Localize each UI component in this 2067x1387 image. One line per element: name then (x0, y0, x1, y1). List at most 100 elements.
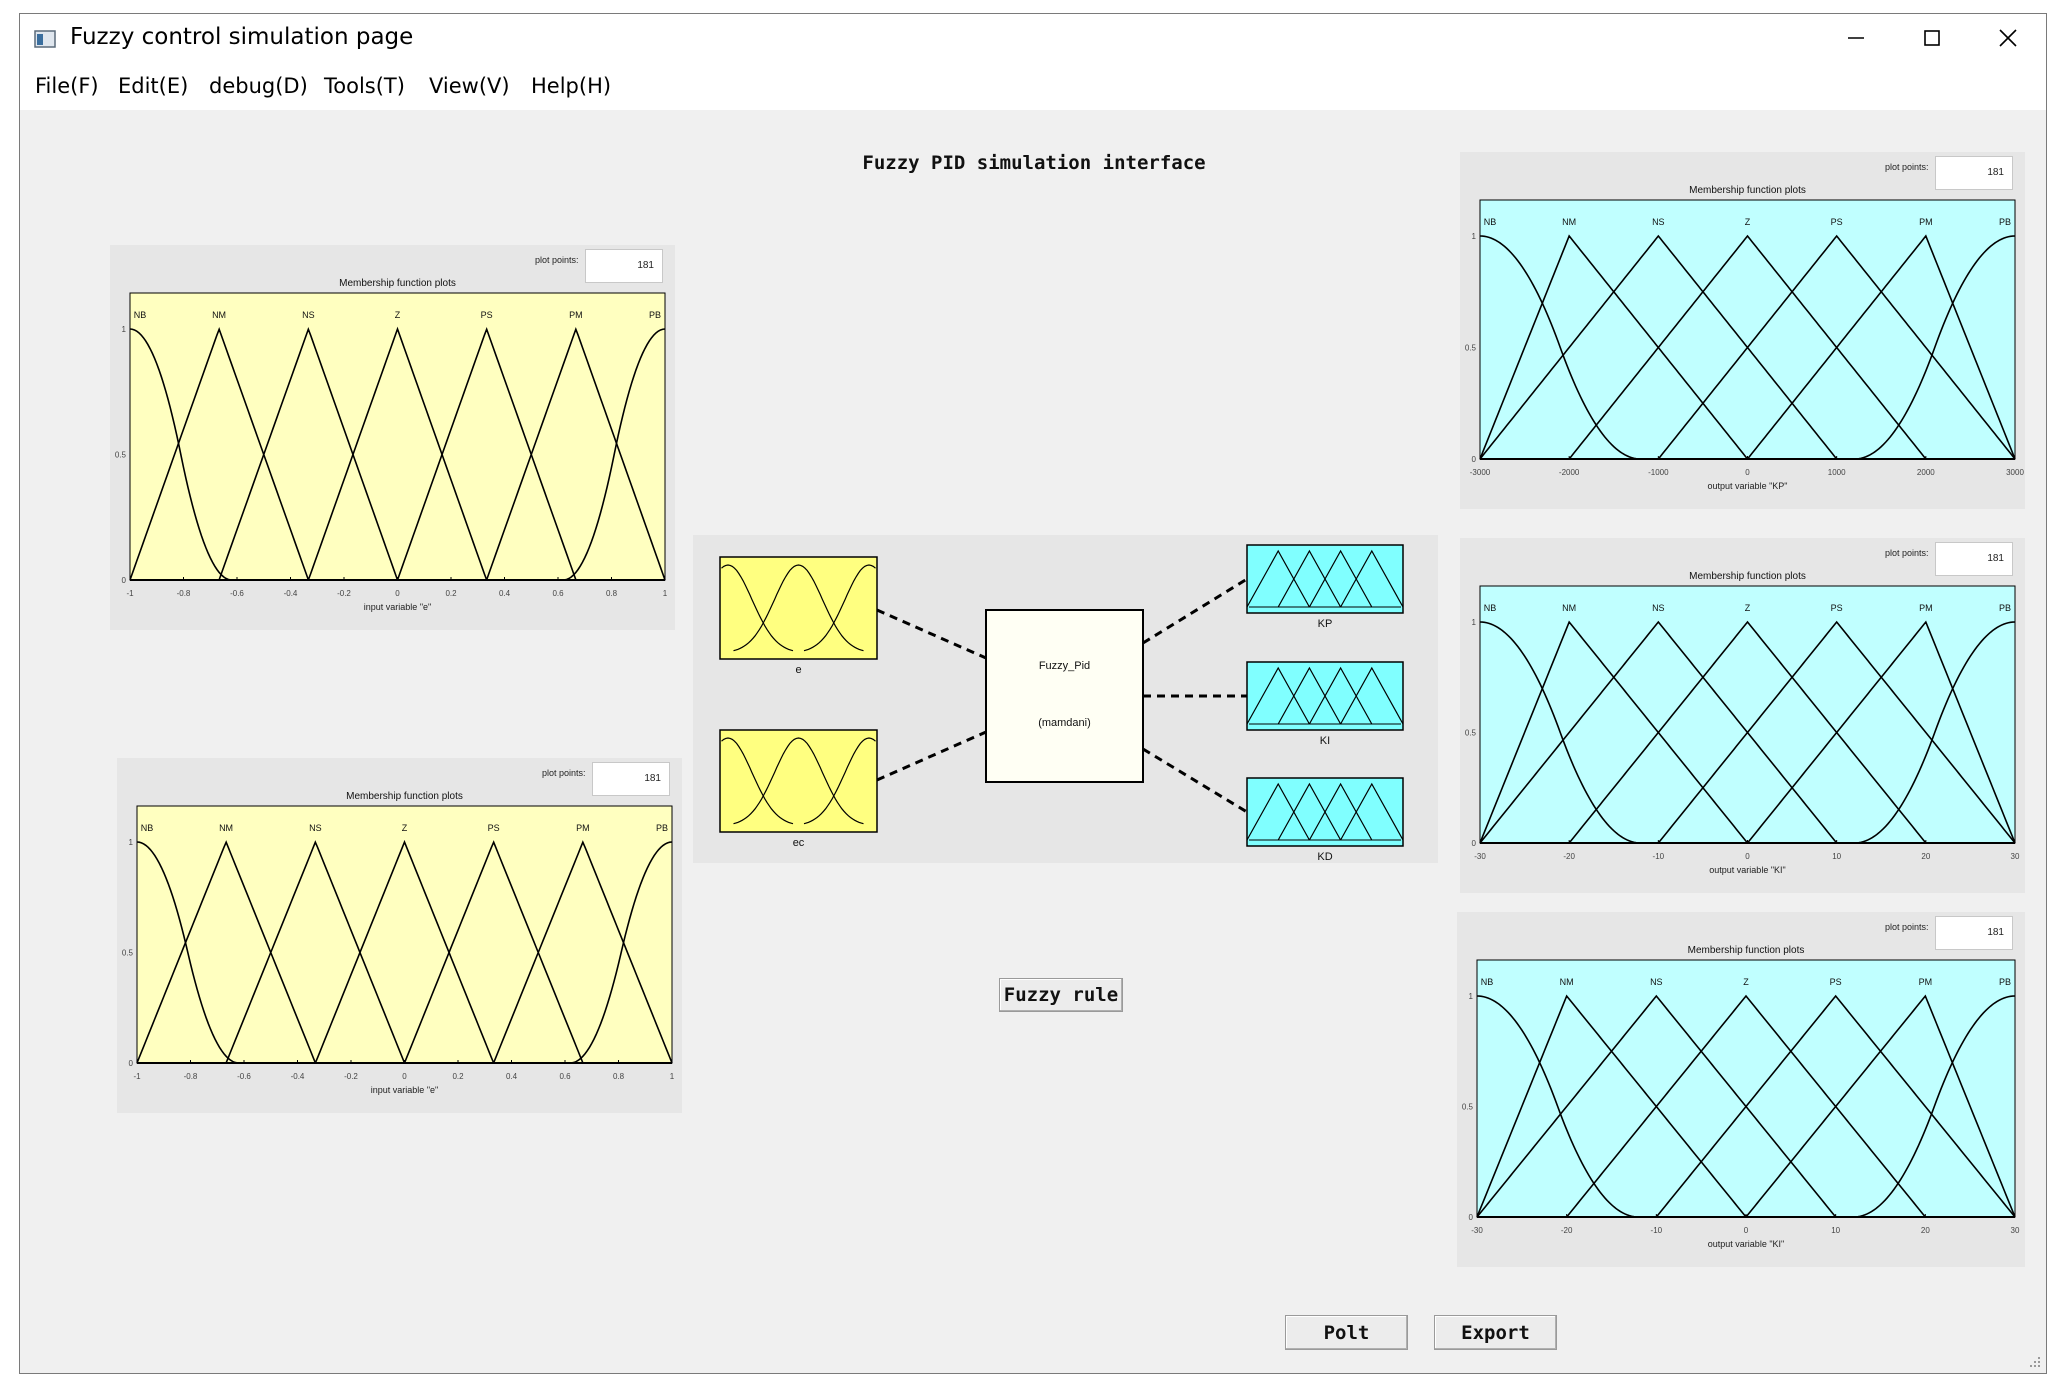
x-tick-label: 30 (2011, 1226, 2020, 1235)
mf-name-label: NM (212, 310, 226, 320)
y-tick-label: 1 (1469, 992, 1474, 1001)
fis-system-box[interactable] (985, 609, 1144, 783)
x-tick-label: -30 (1471, 1226, 1483, 1235)
plot-button[interactable]: Polt (1285, 1315, 1408, 1350)
x-tick-label: 0.4 (499, 589, 511, 598)
mf-name-label: PS (1830, 977, 1842, 987)
mf-chart-svg: Membership function plots NB NM NS Z PS PM PB 0 0… (1465, 571, 2020, 875)
menu-file[interactable]: File(F) (31, 71, 103, 101)
y-tick-label: 0 (1469, 1213, 1474, 1222)
x-tick-label: 0.8 (606, 589, 618, 598)
maximize-icon (1924, 30, 1940, 46)
fuzzy-rule-button[interactable]: Fuzzy rule (999, 978, 1123, 1012)
x-tick-label: 20 (1921, 852, 1930, 861)
mf-name-label: PB (656, 823, 668, 833)
x-tick-label: 10 (1832, 852, 1841, 861)
x-tick-label: -10 (1651, 1226, 1663, 1235)
minimize-button[interactable] (1820, 14, 1892, 62)
window-title: Fuzzy control simulation page (70, 24, 414, 50)
mf-name-label: NB (1481, 977, 1494, 987)
x-tick-label: -1 (126, 589, 134, 598)
mf-name-label: NB (1484, 217, 1497, 227)
menu-debug[interactable]: debug(D) (205, 71, 312, 101)
mf-name-label: PB (1999, 217, 2011, 227)
mf-name-label: NB (1484, 603, 1497, 613)
x-tick-label: -1 (133, 1072, 141, 1081)
mf-name-label: PS (1831, 603, 1843, 613)
y-tick-label: 0.5 (1465, 344, 1477, 353)
mf-name-label: NS (1652, 603, 1665, 613)
x-tick-label: -0.2 (344, 1072, 358, 1081)
x-tick-label: -2000 (1559, 468, 1580, 477)
export-button[interactable]: Export (1434, 1315, 1557, 1350)
input-e-box[interactable] (719, 556, 878, 660)
mf-name-label: NS (302, 310, 315, 320)
x-tick-label: 1 (670, 1072, 675, 1081)
output-label-kp: KP (1318, 618, 1333, 630)
output-label-ki: KI (1320, 735, 1330, 747)
x-tick-label: 0.6 (552, 589, 564, 598)
plot-area (1479, 199, 2016, 460)
mf-name-label: NS (309, 823, 322, 833)
x-tick-label: -1000 (1648, 468, 1669, 477)
x-tick-label: 0.4 (506, 1072, 518, 1081)
fis-diagram-svg: e ec KP KI KD Fuzzy_Pid (mamdani) (719, 544, 1404, 863)
y-tick-label: 1 (129, 838, 134, 847)
x-tick-label: 0 (1745, 852, 1750, 861)
x-tick-label: 0.6 (559, 1072, 571, 1081)
input-label-ec: ec (793, 837, 805, 849)
maximize-button[interactable] (1896, 14, 1968, 62)
chart-title: Membership function plots (1688, 945, 1805, 956)
y-tick-label: 0 (1472, 839, 1477, 848)
chart-title: Membership function plots (1689, 185, 1806, 196)
y-tick-label: 0.5 (1462, 1103, 1474, 1112)
mf-name-label: Z (402, 823, 408, 833)
mf-name-label: PS (488, 823, 500, 833)
y-tick-label: 1 (1472, 232, 1477, 241)
menu-tools[interactable]: Tools(T) (320, 71, 409, 101)
mf-name-label: PM (1919, 603, 1933, 613)
mf-name-label: PM (1919, 217, 1933, 227)
y-tick-label: 0 (129, 1059, 134, 1068)
output-label-kd: KD (1317, 851, 1332, 863)
connector-kd (1142, 747, 1248, 814)
y-tick-label: 0 (1472, 455, 1477, 464)
close-icon (1999, 29, 2017, 47)
mf-name-label: PS (481, 310, 493, 320)
menu-help[interactable]: Help(H) (527, 71, 615, 101)
close-button[interactable] (1972, 14, 2044, 62)
mf-name-label: NB (134, 310, 147, 320)
mf-plot-output-ki: plot points: 181 Membership function plots… (1460, 538, 2025, 893)
chart-title: Membership function plots (1689, 571, 1806, 582)
menu-edit[interactable]: Edit(E) (114, 71, 192, 101)
matlab-figure-icon (34, 30, 56, 48)
resize-grip-icon[interactable] (2026, 1353, 2042, 1369)
menu-view[interactable]: View(V) (425, 71, 514, 101)
x-tick-label: -3000 (1470, 468, 1491, 477)
x-axis-label: input variable "e" (371, 1085, 438, 1095)
input-ec-box[interactable] (719, 729, 878, 833)
x-axis-label: output variable "KI" (1708, 1239, 1784, 1249)
y-tick-label: 0.5 (122, 949, 134, 958)
mf-name-label: NS (1650, 977, 1663, 987)
mf-name-label: NB (141, 823, 154, 833)
connector-e (876, 608, 987, 660)
x-tick-label: 1000 (1828, 468, 1846, 477)
title-bar[interactable]: Fuzzy control simulation page (20, 14, 2046, 64)
mf-chart-svg: Membership function plots NB NM NS Z PS PM PB 0 0… (115, 278, 668, 612)
x-tick-label: 0 (1745, 468, 1750, 477)
mf-plot-output-kd: plot points: 181 Membership function plots… (1457, 912, 2025, 1267)
mf-plot-output-kp: plot points: 181 Membership function plots… (1460, 152, 2025, 509)
x-tick-label: 20 (1921, 1226, 1930, 1235)
x-tick-label: -0.4 (284, 589, 298, 598)
mf-name-label: NM (1562, 603, 1576, 613)
mf-name-label: PM (569, 310, 583, 320)
input-label-e: e (795, 664, 801, 676)
mf-chart-svg: Membership function plots NB NM NS Z PS PM PB 0 0… (1465, 185, 2025, 491)
x-tick-label: 0.8 (613, 1072, 625, 1081)
menu-bar: File(F) Edit(E) debug(D) Tools(T) View(V… (20, 64, 2046, 110)
x-tick-label: -0.6 (230, 589, 244, 598)
x-tick-label: 0 (1744, 1226, 1749, 1235)
mf-chart-svg: Membership function plots NB NM NS Z PS PM PB 0 0… (1462, 945, 2020, 1249)
connector-kp (1142, 577, 1248, 645)
